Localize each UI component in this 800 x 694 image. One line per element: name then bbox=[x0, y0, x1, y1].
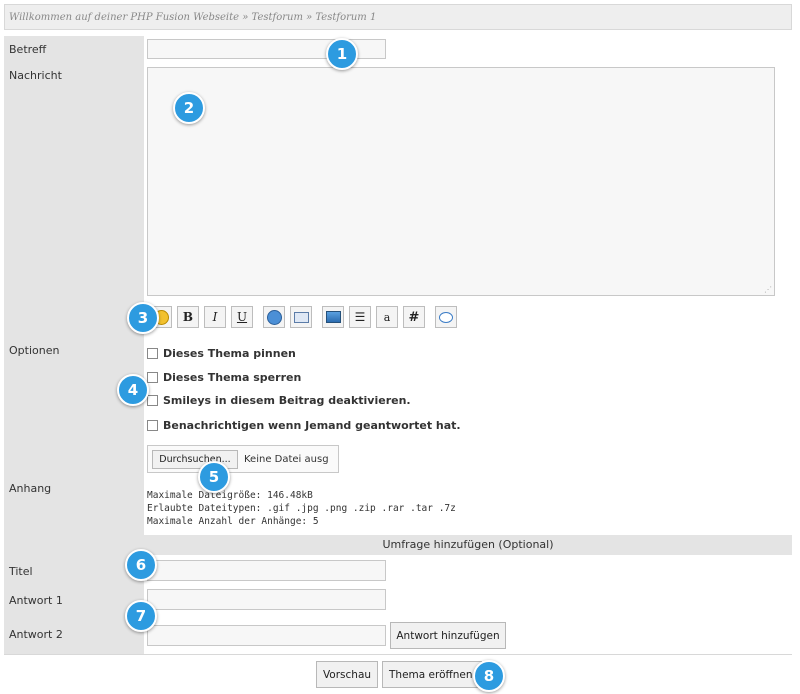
poll-title-input[interactable] bbox=[147, 560, 386, 581]
marker-5: 5 bbox=[198, 461, 230, 493]
notify-option: Benachrichtigen wenn Jemand geantwortet … bbox=[147, 419, 461, 432]
mail-icon bbox=[293, 311, 309, 323]
pin-option-label: Dieses Thema pinnen bbox=[163, 347, 296, 360]
image-button[interactable] bbox=[322, 306, 344, 328]
file-input[interactable]: Durchsuchen... Keine Datei ausg bbox=[147, 445, 339, 473]
smileys-option: Smileys in diesem Beitrag deaktivieren. bbox=[147, 394, 411, 407]
answer1-label: Antwort 1 bbox=[9, 594, 63, 607]
options-label: Optionen bbox=[9, 344, 60, 357]
max-size-text: Maximale Dateigröße: 146.48kB bbox=[147, 490, 313, 501]
marker-8: 8 bbox=[473, 660, 505, 692]
notify-checkbox[interactable] bbox=[147, 420, 158, 431]
attachment-label: Anhang bbox=[9, 482, 52, 495]
poll-header: Umfrage hinzufügen (Optional) bbox=[144, 535, 792, 555]
align-center-icon: ☰ bbox=[354, 310, 366, 324]
subject-label: Betreff bbox=[9, 43, 47, 56]
smileys-option-label: Smileys in diesem Beitrag deaktivieren. bbox=[163, 394, 411, 407]
mail-button[interactable] bbox=[290, 306, 312, 328]
bold-button[interactable]: B bbox=[177, 306, 199, 328]
code-button[interactable]: # bbox=[403, 306, 425, 328]
link-button[interactable] bbox=[263, 306, 285, 328]
marker-3: 3 bbox=[127, 302, 159, 334]
smileys-checkbox[interactable] bbox=[147, 395, 158, 406]
poll-title-label: Titel bbox=[9, 565, 33, 578]
lock-checkbox[interactable] bbox=[147, 372, 158, 383]
message-label: Nachricht bbox=[9, 69, 62, 82]
create-topic-button[interactable]: Thema eröffnen bbox=[382, 661, 482, 688]
resize-handle-icon[interactable]: ⋰ bbox=[764, 285, 772, 294]
notify-option-label: Benachrichtigen wenn Jemand geantwortet … bbox=[163, 419, 461, 432]
allowed-types-text: Erlaubte Dateitypen: .gif .jpg .png .zip… bbox=[147, 503, 456, 514]
answer1-input[interactable] bbox=[147, 589, 386, 610]
marker-7: 7 bbox=[125, 600, 157, 632]
breadcrumb: Willkommen auf deiner PHP Fusion Webseit… bbox=[4, 4, 792, 30]
image-icon bbox=[325, 311, 341, 323]
answer2-input[interactable] bbox=[147, 625, 386, 646]
globe-icon bbox=[266, 309, 282, 325]
no-file-text: Keine Datei ausg bbox=[244, 454, 329, 465]
footer-divider bbox=[4, 654, 792, 655]
marker-1: 1 bbox=[326, 38, 358, 70]
italic-button[interactable]: I bbox=[204, 306, 226, 328]
pin-option: Dieses Thema pinnen bbox=[147, 347, 296, 360]
pin-checkbox[interactable] bbox=[147, 348, 158, 359]
underline-button[interactable]: U bbox=[231, 306, 253, 328]
add-answer-button[interactable]: Antwort hinzufügen bbox=[390, 622, 506, 649]
answer2-label: Antwort 2 bbox=[9, 628, 63, 641]
preview-button[interactable]: Vorschau bbox=[316, 661, 378, 688]
message-textarea[interactable]: ⋰ bbox=[147, 67, 775, 296]
lock-option-label: Dieses Thema sperren bbox=[163, 371, 302, 384]
marker-2: 2 bbox=[173, 92, 205, 124]
quote-button[interactable] bbox=[435, 306, 457, 328]
lock-option: Dieses Thema sperren bbox=[147, 371, 301, 384]
marker-6: 6 bbox=[125, 549, 157, 581]
center-align-button[interactable]: ☰ bbox=[349, 306, 371, 328]
small-text-button[interactable]: a bbox=[376, 306, 398, 328]
marker-4: 4 bbox=[117, 374, 149, 406]
speech-bubble-icon bbox=[439, 311, 453, 323]
max-count-text: Maximale Anzahl der Anhänge: 5 bbox=[147, 516, 319, 527]
